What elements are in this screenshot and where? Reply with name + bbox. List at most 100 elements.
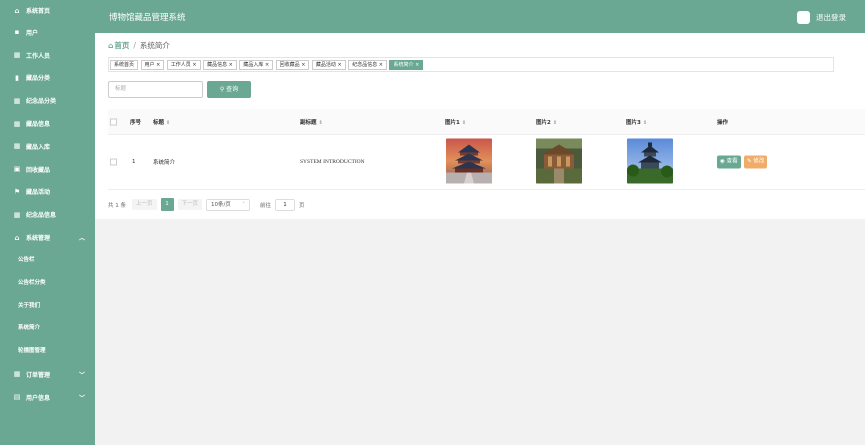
main-area: ⌂ 首页 / 系统简介 系统首页 用户 × 工作人员 × 藏品信息 × 藏品入库… [95, 33, 865, 445]
tag-home[interactable]: 系统首页 [110, 59, 139, 70]
row-pic1[interactable] [446, 138, 492, 186]
sidebar-item-orders[interactable]: ▦ 订单管理 ﹀ [0, 363, 95, 386]
row-index: 1 [132, 159, 136, 165]
sidebar-item-collection-storage[interactable]: ▦ 藏品入库 [0, 135, 95, 158]
tags-bar: 系统首页 用户 × 工作人员 × 藏品信息 × 藏品入库 × 回收藏品 × 藏品… [108, 57, 834, 72]
home-icon: ⌂ [108, 41, 114, 50]
tag-collection-info[interactable]: 藏品信息 × [203, 59, 237, 70]
row-checkbox[interactable] [110, 158, 117, 166]
sidebar-item-home[interactable]: ⌂ 系统首页 [0, 0, 95, 21]
sidebar-item-staff[interactable]: ▦ 工作人员 [0, 44, 95, 67]
chevron-down-icon: ﹀ [78, 371, 85, 379]
bookmark-icon: ▮ [15, 73, 19, 82]
breadcrumb-home[interactable]: 首页 [114, 40, 129, 51]
sidebar-item-collection-info[interactable]: ▦ 藏品信息 [0, 112, 95, 135]
app-title: 博物馆藏品管理系统 [109, 13, 186, 23]
row-subtitle: SYSTEM INTRODUCTION [300, 159, 365, 165]
data-table: 序号 标题 ⇕ 副标题 ⇕ 图片1 ⇕ 图片2 ⇕ 图片3 ⇕ 操作 1 系统简介 SYS… [108, 109, 865, 190]
tag-intro[interactable]: 系统简介 × [389, 59, 424, 70]
col-ops: 操作 [717, 119, 729, 126]
flag-icon: ⚑ [13, 187, 21, 196]
grid-icon: ▦ [13, 370, 21, 379]
chevron-down-icon: ˅ [242, 201, 246, 208]
tag-collection-storage[interactable]: 藏品入库 × [239, 59, 274, 70]
col-pic3-label: 图片3 [626, 119, 641, 126]
edit-button-label: 修改 [753, 158, 765, 165]
card-icon: ▤ [13, 393, 21, 402]
sort-icon: ⇕ [318, 119, 323, 126]
sidebar-item-label: 藏品信息 [26, 121, 51, 129]
logout-button[interactable]: 退出登录 [797, 11, 846, 24]
goto-label: 前往 [260, 202, 272, 209]
sidebar-item-recycle[interactable]: ▣ 回收藏品 [0, 158, 95, 181]
row-pic2[interactable] [536, 138, 582, 186]
page-size-select[interactable]: 10条/页 ˅ [206, 198, 251, 211]
col-title-label: 标题 [153, 119, 165, 126]
avatar [797, 11, 810, 24]
sidebar-item-label: 工作人员 [26, 52, 51, 60]
view-button[interactable]: ◉ 查看 [717, 155, 741, 169]
next-page-button[interactable]: 下一页 [177, 199, 203, 210]
edit-button[interactable]: ✎ 修改 [744, 155, 768, 169]
page-size-label: 10条/页 [211, 201, 231, 208]
col-subtitle[interactable]: 副标题 ⇕ [300, 118, 323, 126]
eye-icon: ◉ [720, 158, 725, 165]
sidebar-item-label: 系统首页 [26, 8, 51, 15]
chevron-up-icon: ︿ [78, 235, 85, 243]
palace-image [536, 138, 582, 184]
sidebar-item-user[interactable]: ▪ 用户 [0, 21, 95, 44]
sidebar-sub-carousel[interactable]: 轮播图管理 [0, 340, 95, 363]
pagination: 共 1 条 上一页 1 下一页 10条/页 ˅ 前往 1 页 [108, 198, 305, 211]
sidebar-item-label: 藏品活动 [26, 189, 51, 197]
bank-icon: ⌂ [14, 233, 20, 242]
sidebar-sub-notice-category[interactable]: 公告栏分类 [0, 272, 95, 295]
select-all-checkbox[interactable] [110, 118, 117, 125]
search-button[interactable]: ⚲ 查询 [207, 81, 251, 98]
grid-icon: ▦ [13, 96, 21, 105]
top-header: 博物馆藏品管理系统 退出登录 [95, 0, 865, 33]
sort-icon: ⇕ [461, 119, 467, 126]
col-pic2-label: 图片2 [536, 119, 551, 126]
row-title: 系统简介 [153, 160, 176, 166]
grid-icon: ▦ [13, 51, 21, 60]
table-row: 1 系统简介 SYSTEM INTRODUCTION ◉ 查看 ✎ 修改 [108, 135, 865, 190]
row-pic3[interactable] [627, 138, 673, 186]
sidebar-item-label: 用户 [26, 29, 39, 37]
tag-staff[interactable]: 工作人员 × [166, 59, 201, 70]
table-header: 序号 标题 ⇕ 副标题 ⇕ 图片1 ⇕ 图片2 ⇕ 图片3 ⇕ 操作 [108, 109, 865, 135]
tag-activity[interactable]: 藏品活动 × [311, 59, 346, 70]
temple-image [446, 138, 492, 184]
sidebar-sub-notice[interactable]: 公告栏 [0, 249, 95, 272]
tag-recycle[interactable]: 回收藏品 × [275, 59, 310, 70]
grid-icon: ▦ [13, 142, 21, 151]
col-title[interactable]: 标题 ⇕ [153, 118, 170, 126]
col-pic3[interactable]: 图片3 ⇕ [626, 118, 647, 126]
calendar-icon: ▣ [13, 165, 21, 174]
content-panel: ⌂ 首页 / 系统简介 系统首页 用户 × 工作人员 × 藏品信息 × 藏品入库… [95, 33, 865, 219]
sidebar-item-souvenir-category[interactable]: ▦ 纪念品分类 [0, 89, 95, 112]
prev-page-button[interactable]: 上一页 [132, 199, 157, 210]
sidebar-item-collection-category[interactable]: ▮ 藏品分类 [0, 67, 95, 90]
sidebar-item-user-info[interactable]: ▤ 用户信息 ﹀ [0, 386, 95, 409]
sidebar-item-system[interactable]: ⌂ 系统管理 ︿ [0, 226, 95, 249]
sidebar-item-activity[interactable]: ⚑ 藏品活动 [0, 181, 95, 204]
sidebar-item-label: 纪念品信息 [26, 212, 57, 220]
sidebar-sub-about[interactable]: 关于我们 [0, 295, 95, 318]
sidebar-sub-intro[interactable]: 系统简介 [0, 317, 95, 340]
user-icon: ▪ [14, 28, 20, 37]
col-pic2[interactable]: 图片2 ⇕ [536, 118, 557, 126]
col-pic1[interactable]: 图片1 ⇕ [445, 118, 466, 126]
chevron-down-icon: ﹀ [78, 394, 85, 402]
goto-page-input[interactable]: 1 [275, 198, 296, 211]
pager-total: 共 1 条 [108, 202, 126, 209]
tag-souvenir-info[interactable]: 纪念品信息 × [348, 59, 387, 70]
sidebar-item-souvenir-info[interactable]: ▦ 纪念品信息 [0, 203, 95, 226]
grid-icon: ▦ [13, 119, 21, 128]
home-icon: ⌂ [14, 6, 20, 15]
sidebar-item-label: 系统管理 [26, 235, 51, 243]
tag-user[interactable]: 用户 × [140, 59, 165, 70]
page-number-current[interactable]: 1 [160, 198, 174, 211]
sidebar-item-label: 藏品分类 [26, 75, 51, 83]
search-input[interactable]: 标题 [108, 81, 203, 98]
search-icon: ⚲ [219, 86, 225, 93]
